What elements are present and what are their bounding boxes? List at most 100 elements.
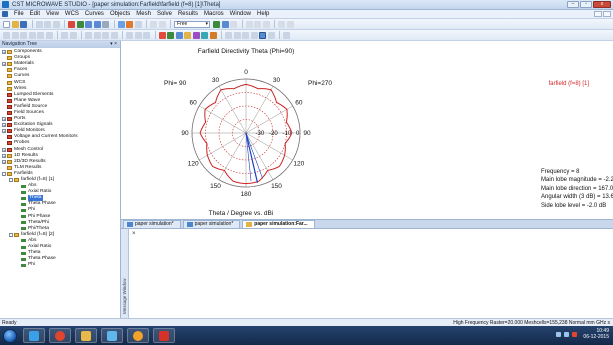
view-bottom-icon[interactable] xyxy=(28,31,36,39)
extrude-icon[interactable] xyxy=(126,31,133,39)
mode-select[interactable]: Free ▾ xyxy=(174,20,210,28)
tab-paper-simulation-farfield[interactable]: paper simulation:Far... xyxy=(242,220,315,228)
view-reset-icon[interactable] xyxy=(117,20,125,28)
start-button[interactable] xyxy=(3,328,17,343)
mesh-view-icon[interactable] xyxy=(221,20,229,28)
wcs-grid-toggle-icon[interactable] xyxy=(259,31,266,39)
expand-icon[interactable]: + xyxy=(2,129,6,134)
pick-edge-icon[interactable] xyxy=(201,31,208,39)
close-button[interactable]: x xyxy=(593,1,611,8)
taskbar-media[interactable] xyxy=(127,328,149,343)
toolbar-separator xyxy=(241,20,243,28)
measure-icon[interactable] xyxy=(278,20,285,28)
minimize-button[interactable]: – xyxy=(567,1,579,8)
menu-edit[interactable]: Edit xyxy=(27,11,43,17)
taskbar-cst[interactable] xyxy=(153,328,175,343)
move-icon[interactable] xyxy=(76,20,84,28)
menu-mesh[interactable]: Mesh xyxy=(133,11,154,17)
view-right-icon[interactable] xyxy=(45,31,53,39)
menu-objects[interactable]: Objects xyxy=(107,11,133,17)
transform-icon[interactable] xyxy=(230,20,237,28)
move-wcs-icon[interactable] xyxy=(242,31,249,39)
zoom-in-icon[interactable] xyxy=(93,20,101,28)
collapse-icon[interactable]: - xyxy=(9,232,13,237)
solver-start-icon[interactable] xyxy=(213,20,220,28)
new-file-icon[interactable] xyxy=(3,20,10,28)
help-icon[interactable] xyxy=(283,31,290,39)
boolean-add-icon[interactable] xyxy=(158,31,166,39)
grid-icon[interactable] xyxy=(158,20,166,28)
align-icon[interactable] xyxy=(245,20,253,28)
snap-icon[interactable] xyxy=(267,31,275,39)
view-front-icon[interactable] xyxy=(3,31,10,39)
menu-results[interactable]: Results xyxy=(175,11,201,17)
local-wcs-icon[interactable] xyxy=(225,31,232,39)
menu-macros[interactable]: Macros xyxy=(201,11,227,17)
expand-icon[interactable]: + xyxy=(2,147,6,152)
mdi-close-button[interactable] xyxy=(603,11,611,17)
scale-icon[interactable] xyxy=(262,20,270,28)
mdi-minimize-button[interactable] xyxy=(594,11,602,17)
menu-view[interactable]: View xyxy=(43,11,62,17)
cut-icon[interactable] xyxy=(35,20,43,28)
pick-point-icon[interactable] xyxy=(192,31,200,39)
taskbar-chrome[interactable] xyxy=(49,328,71,343)
tray-clock[interactable]: 10:49 06-12-2015 xyxy=(583,328,609,340)
expand-icon[interactable]: + xyxy=(2,62,6,67)
shade-icon[interactable] xyxy=(61,31,68,39)
message-window-close-icon[interactable]: × xyxy=(132,231,136,237)
mirror-icon[interactable] xyxy=(254,20,261,28)
boolean-subtract-icon[interactable] xyxy=(167,31,174,39)
rotate-shape-icon[interactable] xyxy=(134,31,142,39)
menu-help[interactable]: Help xyxy=(254,11,272,17)
tree-item[interactable]: Phi xyxy=(0,262,120,268)
pan-icon[interactable] xyxy=(102,20,109,28)
expand-icon[interactable]: + xyxy=(2,117,6,122)
network-icon[interactable] xyxy=(556,332,561,337)
pick-icon[interactable] xyxy=(68,20,75,28)
cone-icon[interactable] xyxy=(110,31,118,39)
ruler-icon[interactable] xyxy=(286,20,294,28)
view-left-icon[interactable] xyxy=(37,31,44,39)
save-icon[interactable] xyxy=(20,20,27,28)
copy-icon[interactable] xyxy=(44,20,51,28)
align-wcs-icon[interactable] xyxy=(233,31,241,39)
expand-icon[interactable]: + xyxy=(2,50,6,55)
sphere-icon[interactable] xyxy=(93,31,101,39)
collapse-icon[interactable]: - xyxy=(2,171,6,176)
menu-wcs[interactable]: WCS xyxy=(62,11,82,17)
cylinder-icon[interactable] xyxy=(102,31,109,39)
taskbar-ie[interactable] xyxy=(23,328,45,343)
rotate-icon[interactable] xyxy=(126,20,133,28)
zoom-icon[interactable] xyxy=(85,20,92,28)
wireframe-icon[interactable] xyxy=(69,31,77,39)
loft-icon[interactable] xyxy=(143,31,150,39)
view-back-icon[interactable] xyxy=(11,31,19,39)
collapse-icon[interactable]: - xyxy=(9,178,13,183)
paste-icon[interactable] xyxy=(52,20,60,28)
expand-icon[interactable]: + xyxy=(2,123,6,128)
open-folder-icon[interactable] xyxy=(11,20,19,28)
maximize-button[interactable]: ▫ xyxy=(580,1,592,8)
panel-pin-close-icon[interactable]: ▾ × xyxy=(110,41,117,48)
view-top-icon[interactable] xyxy=(20,31,27,39)
taskbar-explorer[interactable] xyxy=(75,328,97,343)
pick-face-icon[interactable] xyxy=(209,31,217,39)
menu-window[interactable]: Window xyxy=(227,11,254,17)
tab-paper-simulation-2[interactable]: paper simulation* xyxy=(182,220,241,228)
boolean-intersect-icon[interactable] xyxy=(175,31,183,39)
brick-icon[interactable] xyxy=(85,31,92,39)
fit-icon[interactable] xyxy=(134,20,142,28)
boolean-insert-icon[interactable] xyxy=(184,31,191,39)
flag-icon[interactable] xyxy=(572,332,577,337)
expand-icon[interactable]: + xyxy=(2,159,6,164)
tab-paper-simulation-1[interactable]: paper simulation* xyxy=(123,220,181,228)
wcs-icon[interactable] xyxy=(150,20,157,28)
menu-curves[interactable]: Curves xyxy=(82,11,107,17)
volume-icon[interactable] xyxy=(564,332,569,337)
menu-file[interactable]: File xyxy=(11,11,27,17)
menu-solve[interactable]: Solve xyxy=(154,11,175,17)
taskbar-ie2[interactable] xyxy=(101,328,123,343)
expand-icon[interactable]: + xyxy=(2,153,6,158)
rotate-wcs-icon[interactable] xyxy=(250,31,258,39)
